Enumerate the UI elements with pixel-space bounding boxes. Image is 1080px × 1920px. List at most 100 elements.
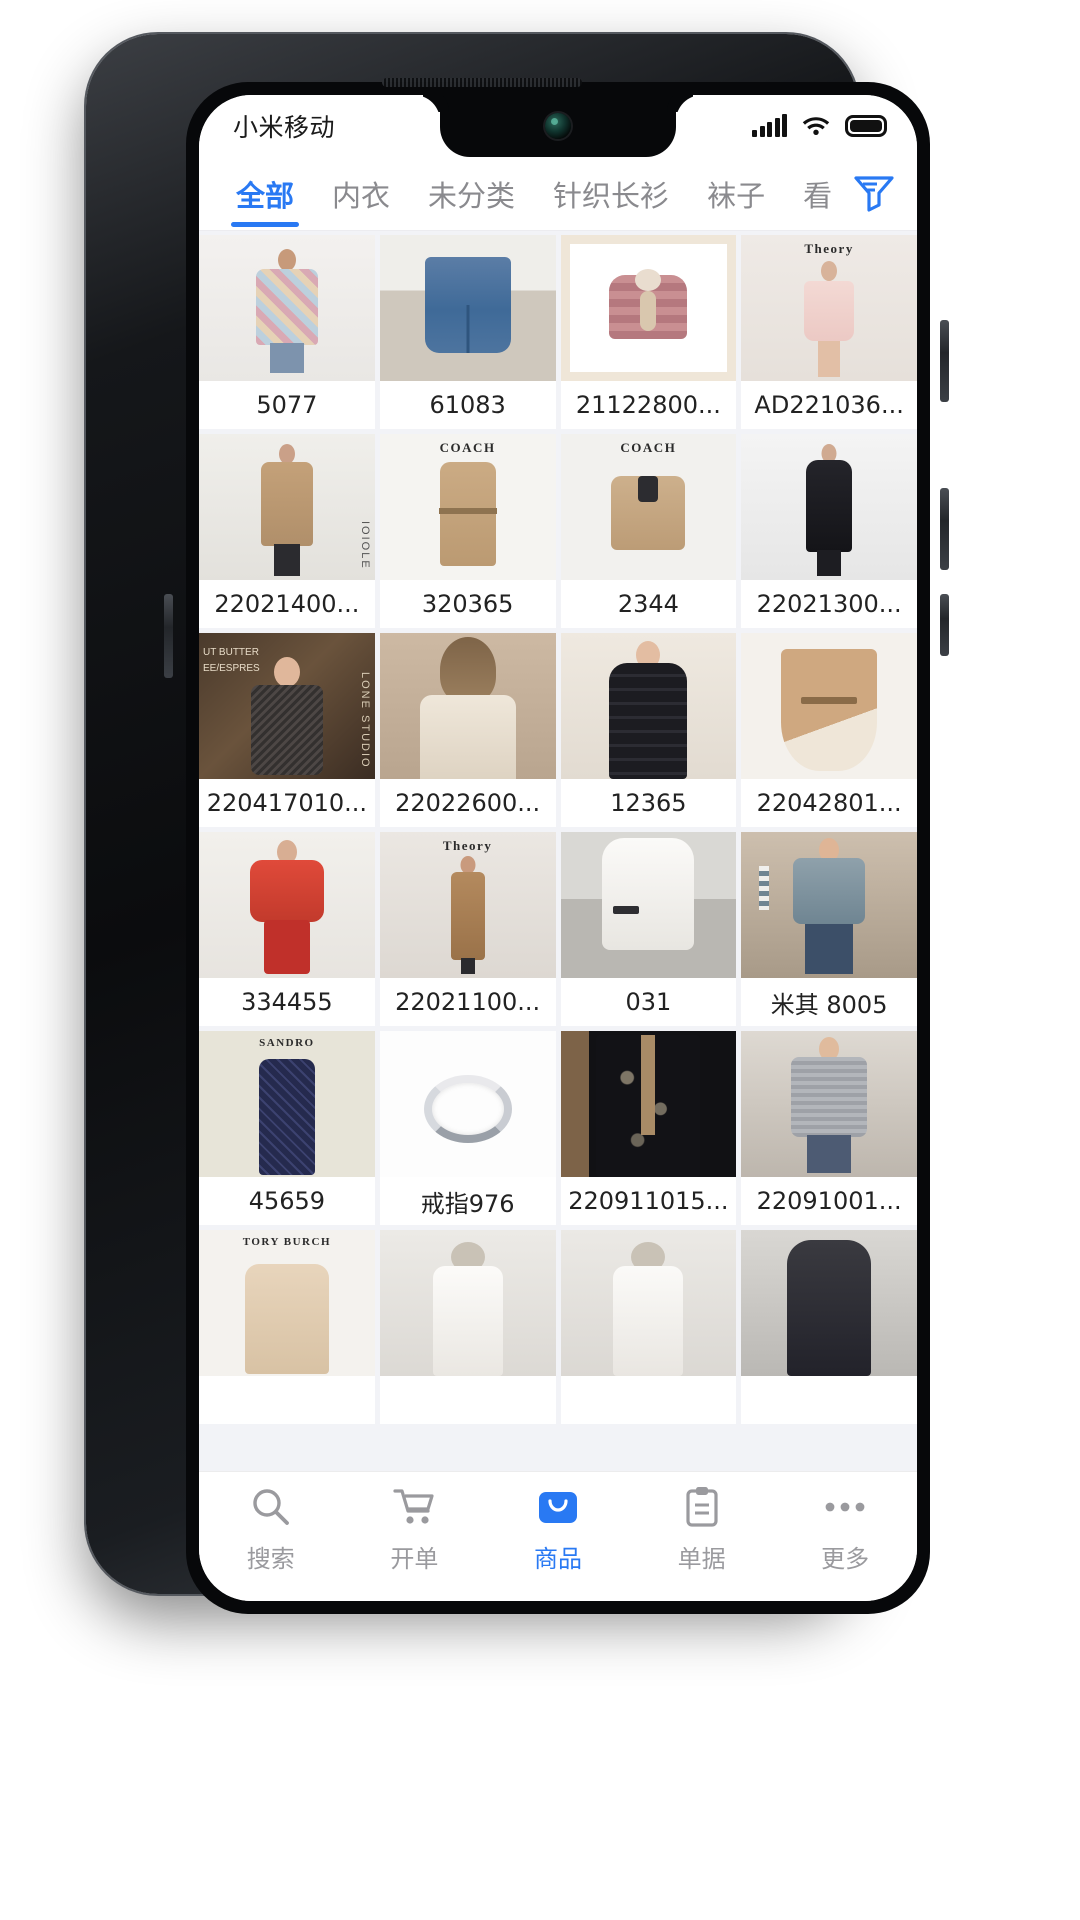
power-button[interactable] (940, 594, 949, 656)
front-camera-icon (545, 113, 571, 139)
brand-label: Theory (804, 241, 854, 256)
product-thumbnail[interactable] (560, 1031, 737, 1177)
tab-uncategorized[interactable]: 未分类 (409, 157, 534, 231)
tab-socks[interactable]: 袜子 (688, 157, 784, 231)
product-name: 22091001... (756, 1187, 902, 1215)
product-card[interactable]: 22091001... (741, 1031, 917, 1225)
product-thumbnail[interactable]: UT BUTTER EE/ESPRES LONE STUDIO (199, 633, 375, 779)
nav-item-documents[interactable]: 单据 (630, 1484, 774, 1574)
nav-item-products[interactable]: 商品 (486, 1484, 630, 1574)
product-card[interactable] (379, 1230, 556, 1424)
product-name (380, 1376, 556, 1424)
wifi-icon (801, 112, 831, 141)
product-card[interactable]: UT BUTTER EE/ESPRES LONE STUDIO 220417010… (199, 633, 375, 827)
tab-all[interactable]: 全部 (217, 157, 313, 231)
product-thumbnail[interactable]: Theory (741, 235, 917, 381)
product-card[interactable]: 戒指976 (379, 1031, 556, 1225)
product-thumbnail[interactable]: SANDRO (199, 1031, 375, 1177)
product-card[interactable] (560, 1230, 737, 1424)
product-name: 22021100... (395, 988, 541, 1016)
product-card[interactable]: 22042801... (741, 633, 917, 827)
bottom-navigation[interactable]: 搜索 开单 商品 单据 更多 (199, 1471, 917, 1601)
product-name: 220911015... (568, 1187, 729, 1215)
product-card[interactable]: 米其 8005 (741, 832, 917, 1026)
product-name: 2344 (617, 590, 679, 618)
display-notch (440, 95, 676, 157)
product-card[interactable] (741, 1230, 917, 1424)
product-name: 220417010... (206, 789, 368, 817)
product-name: 61083 (429, 391, 506, 419)
product-thumbnail[interactable] (199, 832, 375, 978)
product-thumbnail[interactable] (199, 235, 375, 381)
filter-funnel-icon (852, 172, 896, 217)
product-card[interactable]: Theory AD221036... (741, 235, 917, 429)
product-grid[interactable]: 5077 61083 21122800... Theory AD221036..… (199, 231, 917, 1471)
product-name: 5077 (256, 391, 318, 419)
product-card[interactable]: 334455 (199, 832, 375, 1026)
product-card[interactable]: 22021300... (741, 434, 917, 628)
nav-item-search[interactable]: 搜索 (199, 1484, 343, 1574)
nav-item-more[interactable]: 更多 (773, 1484, 917, 1574)
clipboard-icon (682, 1484, 722, 1530)
brand-side-label: IOIOLE (358, 521, 371, 570)
product-name: 22022600... (395, 789, 541, 817)
volume-up-button[interactable] (940, 320, 949, 402)
product-card[interactable]: TORY BURCH (199, 1230, 375, 1424)
product-thumbnail[interactable]: Theory (379, 832, 556, 978)
product-card[interactable]: 031 (560, 832, 737, 1026)
tab-underwear[interactable]: 内衣 (313, 157, 409, 231)
product-thumbnail[interactable] (741, 1031, 917, 1177)
product-thumbnail[interactable] (741, 832, 917, 978)
product-thumbnail[interactable] (741, 1230, 917, 1376)
filter-button[interactable] (831, 157, 917, 231)
product-card[interactable]: 21122800... (560, 235, 737, 429)
product-thumbnail[interactable] (741, 633, 917, 779)
brand-label: Theory (442, 838, 493, 853)
product-card[interactable]: 12365 (560, 633, 737, 827)
product-card[interactable]: COACH 2344 (560, 434, 737, 628)
product-card[interactable]: 22022600... (379, 633, 556, 827)
product-card[interactable]: IOIOLE 22021400... (199, 434, 375, 628)
product-card[interactable]: COACH 320365 (379, 434, 556, 628)
product-card[interactable]: SANDRO 45659 (199, 1031, 375, 1225)
nav-label: 更多 (821, 1545, 870, 1573)
nav-label: 单据 (677, 1545, 726, 1573)
product-name: 22021300... (756, 590, 902, 618)
product-thumbnail[interactable] (560, 1230, 737, 1376)
product-name: 320365 (421, 590, 514, 618)
product-thumbnail[interactable] (379, 1031, 556, 1177)
product-thumbnail[interactable] (741, 434, 917, 580)
product-thumbnail[interactable]: IOIOLE (199, 434, 375, 580)
cart-icon (392, 1484, 436, 1530)
product-thumbnail[interactable]: COACH (560, 434, 737, 580)
product-thumbnail[interactable]: COACH (379, 434, 556, 580)
category-tab-strip[interactable]: 全部 内衣 未分类 针织长衫 袜子 看 (199, 157, 917, 231)
product-thumbnail[interactable] (560, 235, 737, 381)
phone-frame: 小米移动 全部 内衣 未分类 针织长衫 袜子 看 5077 61083 2112… (86, 34, 949, 1614)
search-icon (250, 1484, 292, 1530)
brand-label: COACH (439, 440, 496, 455)
nav-label: 开单 (390, 1545, 439, 1573)
product-card[interactable]: 5077 (199, 235, 375, 429)
brand-label: COACH (620, 440, 677, 455)
product-name: 22021400... (214, 590, 360, 618)
battery-icon (845, 115, 887, 137)
nav-item-create-order[interactable]: 开单 (343, 1484, 487, 1574)
status-icons (752, 95, 887, 157)
product-thumbnail[interactable]: TORY BURCH (199, 1230, 375, 1376)
product-name: 22042801... (756, 789, 902, 817)
product-thumbnail[interactable] (560, 633, 737, 779)
product-thumbnail[interactable] (379, 633, 556, 779)
product-thumbnail[interactable] (379, 1230, 556, 1376)
volume-down-button[interactable] (940, 488, 949, 570)
bag-icon (535, 1484, 581, 1530)
signal-bars-icon (752, 114, 787, 137)
product-thumbnail[interactable] (379, 235, 556, 381)
product-thumbnail[interactable] (560, 832, 737, 978)
tab-knit-long-shirt[interactable]: 针织长衫 (534, 157, 688, 231)
product-card[interactable]: 61083 (379, 235, 556, 429)
brand-side-label: LONE STUDIO (358, 672, 371, 769)
product-card[interactable]: 220911015... (560, 1031, 737, 1225)
nav-label: 商品 (533, 1545, 582, 1573)
product-card[interactable]: Theory 22021100... (379, 832, 556, 1026)
